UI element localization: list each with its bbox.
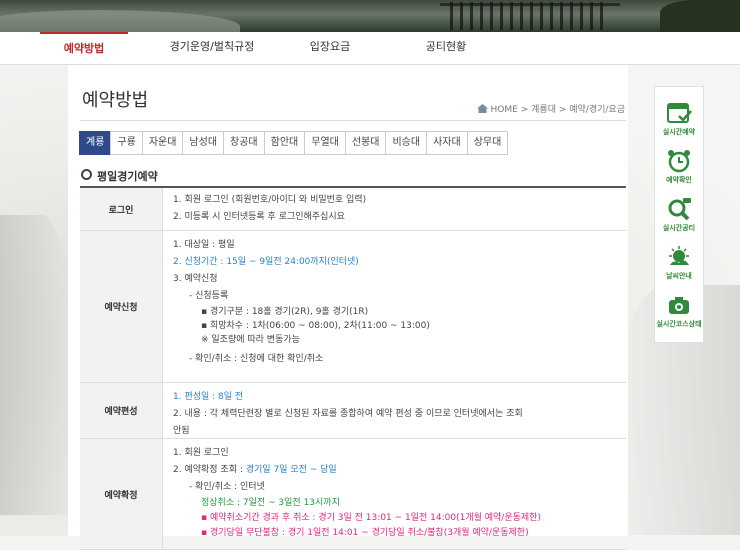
quick-realtime-tee[interactable]: 실시간공티 xyxy=(655,197,703,233)
banner-mountain xyxy=(0,10,240,32)
row-content: 1. 회원 로그인 (회원번호/아이디 와 비밀번호 입력) 2. 미등록 시 … xyxy=(163,188,626,230)
row-content: 1. 편성일 : 8일 전 2. 내용 : 각 체력단련장 별로 신청된 자료를… xyxy=(163,383,626,438)
text-line: 2. 신청기간 : 15일 ~ 9일전 24:00까지(인터넷) xyxy=(173,257,359,267)
course-tab-seonbongdae[interactable]: 선봉대 xyxy=(344,131,387,155)
text-line: 1. 회원 로그인 xyxy=(173,448,229,458)
quick-label: 예약확인 xyxy=(666,176,692,184)
quick-course-status[interactable]: 실시간코스상태 xyxy=(655,293,703,329)
row-label: 예약확정 xyxy=(80,439,163,549)
reservation-table: 로그인 1. 회원 로그인 (회원번호/아이디 와 비밀번호 입력) 2. 미등… xyxy=(80,186,626,550)
header-banner xyxy=(0,0,740,32)
text-line: 정상취소 : 7일전 ~ 3일전 13시까지 xyxy=(201,498,340,508)
nav-tab-reservation-method[interactable]: 예약방법 xyxy=(40,32,128,64)
camera-icon xyxy=(669,297,689,314)
text-line: 1. 회원 로그인 (회원번호/아이디 와 비밀번호 입력) xyxy=(173,195,367,205)
row-label: 로그인 xyxy=(80,188,163,230)
table-row-apply: 예약신청 1. 대상일 : 평일 2. 신청기간 : 15일 ~ 9일전 24:… xyxy=(80,231,626,383)
course-tab-guryong[interactable]: 구룡 xyxy=(110,131,143,155)
circle-bullet-icon xyxy=(81,169,92,180)
course-tabs: 계룡 구룡 자운대 남성대 창공대 함안대 무열대 선봉대 비승대 사자대 상무… xyxy=(79,131,509,155)
breadcrumb-home[interactable]: HOME xyxy=(491,105,518,115)
course-tab-sajadae[interactable]: 사자대 xyxy=(426,131,468,155)
quick-label: 실시간공티 xyxy=(662,224,696,232)
course-tab-namseongdae[interactable]: 남성대 xyxy=(182,131,225,155)
row-label: 예약편성 xyxy=(80,383,163,438)
text-line: ▪ 경기구분 : 18홀 경기(2R), 9홀 경기(1R) xyxy=(201,307,369,317)
course-tab-jaundae[interactable]: 자운대 xyxy=(141,131,184,155)
alarm-clock-icon xyxy=(668,150,690,173)
text-line: ※ 일조량에 따라 변동가능 xyxy=(201,335,300,345)
course-tab-muyeoldae[interactable]: 무열대 xyxy=(304,131,346,155)
text-line: - 확인/취소 : 신청에 대한 확인/취소 xyxy=(189,354,324,364)
quick-menu: 실시간예약 예약확인 실시간공티 날씨안내 실시간코스상태 xyxy=(654,86,704,343)
main-nav: 예약방법 경기운영/벌칙규정 입장요금 공티현황 xyxy=(0,32,740,65)
text-line: 3. 예약신청 xyxy=(173,274,218,284)
banner-bridge xyxy=(450,2,610,30)
quick-weather[interactable]: 날씨안내 xyxy=(655,245,703,281)
quick-label: 실시간코스상태 xyxy=(656,320,702,328)
breadcrumb-separator-icon: > xyxy=(520,105,529,115)
text-line: 2. 예약확정 조회 : 경기일 7일 오전 ~ 당일 xyxy=(173,462,616,479)
quick-label: 실시간예약 xyxy=(662,128,696,136)
course-tab-hamandae[interactable]: 함안대 xyxy=(263,131,306,155)
title-divider xyxy=(80,120,626,121)
quick-realtime-reservation[interactable]: 실시간예약 xyxy=(655,101,703,137)
text-line-highlight: 경기일 7일 오전 ~ 당일 xyxy=(245,465,337,475)
table-row-confirm: 예약확정 1. 회원 로그인 2. 예약확정 조회 : 경기일 7일 오전 ~ … xyxy=(80,439,626,550)
text-line: 2. 내용 : 각 체력단련장 별로 신청된 자료를 종합하여 예약 편성 중 … xyxy=(173,409,523,419)
row-label: 예약신청 xyxy=(80,231,163,382)
text-line: - 신청등록 xyxy=(189,291,229,301)
row-content: 1. 회원 로그인 2. 예약확정 조회 : 경기일 7일 오전 ~ 당일 - … xyxy=(163,439,626,549)
course-tab-sangmudae[interactable]: 상무대 xyxy=(466,131,509,155)
quick-label: 날씨안내 xyxy=(666,272,692,280)
nav-tab-tee-status[interactable]: 공티현황 xyxy=(408,32,484,62)
table-row-login: 로그인 1. 회원 로그인 (회원번호/아이디 와 비밀번호 입력) 2. 미등… xyxy=(80,188,626,231)
course-tab-gyeryong[interactable]: 계룡 xyxy=(79,131,112,155)
quick-reservation-check[interactable]: 예약확인 xyxy=(655,149,703,185)
home-icon xyxy=(476,104,488,113)
nav-tab-fees[interactable]: 입장요금 xyxy=(292,32,368,62)
text-line: 2. 미등록 시 인터넷등록 후 로그인해주십시요 xyxy=(173,212,345,222)
text-line: ▪ 경기당일 무단불참 : 경기 1일전 14:01 ~ 경기당일 취소/불참(… xyxy=(201,528,529,538)
breadcrumb: HOME > 계룡대 > 예약/경기/요금 xyxy=(476,102,625,115)
text-line: ▪ 희망차수 : 1차(06:00 ~ 08:00), 2차(11:00 ~ 1… xyxy=(201,321,430,331)
search-icon xyxy=(668,198,691,221)
row-content: 1. 대상일 : 평일 2. 신청기간 : 15일 ~ 9일전 24:00까지(… xyxy=(163,231,626,382)
background-tree-left xyxy=(0,215,70,515)
text-line: ▪ 예약취소기간 경과 후 취소 : 경기 3일 전 13:01 ~ 1일전 1… xyxy=(201,513,541,523)
calendar-check-icon xyxy=(667,103,692,123)
table-row-formation: 예약편성 1. 편성일 : 8일 전 2. 내용 : 각 체력단련장 별로 신청… xyxy=(80,383,626,439)
banner-tree xyxy=(660,0,740,32)
breadcrumb-path: 계룡대 > 예약/경기/요금 xyxy=(531,105,625,115)
text-line: 1. 편성일 : 8일 전 xyxy=(173,392,244,402)
text-line: 안됨 xyxy=(173,426,190,436)
text-line: 1. 대상일 : 평일 xyxy=(173,240,235,250)
section-title: 평일경기예약 xyxy=(97,170,158,183)
course-tab-biseungdae[interactable]: 비승대 xyxy=(385,131,428,155)
text-line: - 확인/취소 : 인터넷 xyxy=(189,482,265,492)
course-tab-changgongdae[interactable]: 창공대 xyxy=(223,131,265,155)
section-heading: 평일경기예약 xyxy=(81,168,158,184)
nav-tab-rules[interactable]: 경기운영/벌칙규정 xyxy=(150,32,274,62)
weather-icon xyxy=(669,246,689,265)
page-title: 예약방법 xyxy=(82,90,149,111)
text-line-prefix: 2. 예약확정 조회 : xyxy=(173,465,246,475)
